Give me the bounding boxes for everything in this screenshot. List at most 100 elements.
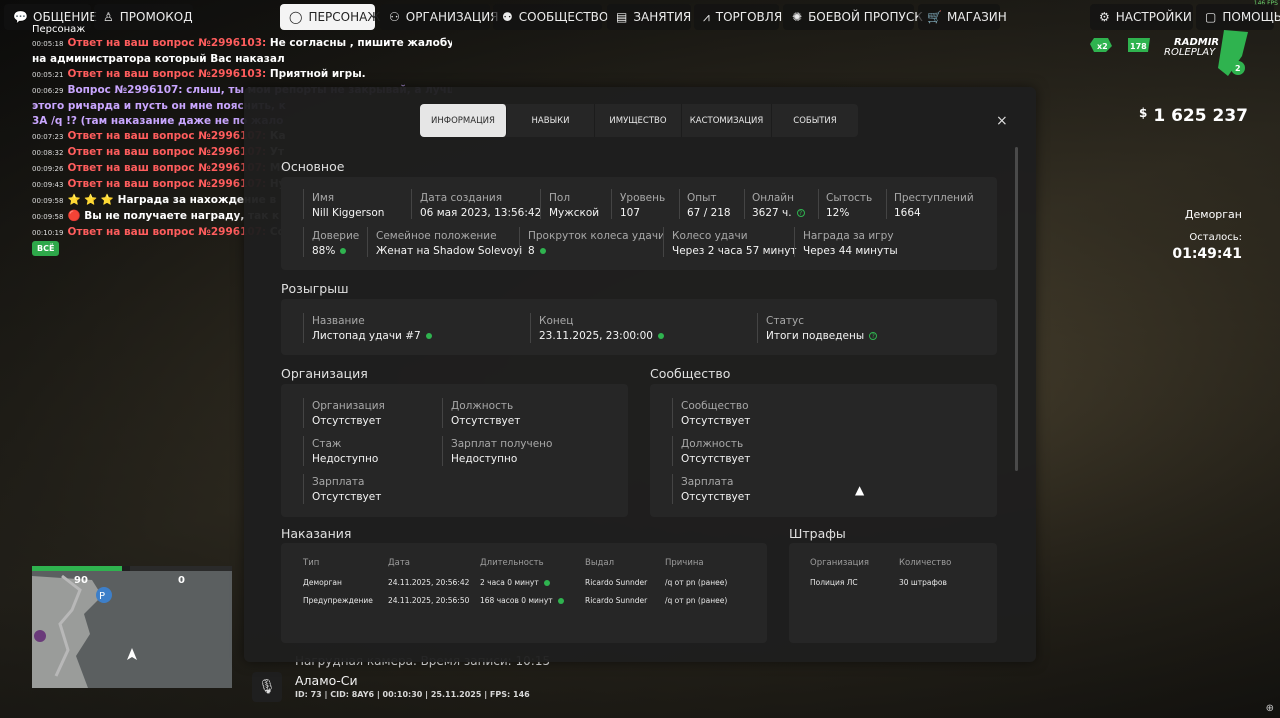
microphone-icon: 🎙 xyxy=(258,679,276,695)
character-tabs: ИНФОРМАЦИЯ НАВЫКИ ИМУЩЕСТВО КАСТОМИЗАЦИЯ… xyxy=(420,104,858,137)
nav-community-button[interactable]: ⚉ СООБЩЕСТВО xyxy=(493,4,608,30)
chart-icon: ⩘ xyxy=(703,9,710,24)
player-arrow-icon xyxy=(127,648,137,660)
money-amount: 1 625 237 xyxy=(1153,106,1248,126)
gear-icon: ⚙ xyxy=(1099,10,1110,24)
modal-scrollbar[interactable] xyxy=(1015,147,1018,471)
field-online: Онлайн 3627 ч.? xyxy=(752,192,805,222)
nav-label: ПОМОЩЬ xyxy=(1222,10,1280,24)
help-icon[interactable]: ? xyxy=(796,209,805,217)
minimap-health-value: 90 xyxy=(74,575,88,586)
microphone-button[interactable]: 🎙 xyxy=(252,672,282,702)
nav-label: БОЕВОЙ ПРОПУСК xyxy=(808,10,923,24)
character-modal: ИНФОРМАЦИЯ НАВЫКИ ИМУЩЕСТВО КАСТОМИЗАЦИЯ… xyxy=(244,87,1036,662)
field-community-salary: Зарплата Отсутствует xyxy=(681,476,751,503)
people-icon: ⚇ xyxy=(389,10,400,24)
parking-icon: P xyxy=(99,591,105,602)
nav-activities-button[interactable]: ▤ ЗАНЯТИЯ xyxy=(607,4,691,30)
nav-shop-button[interactable]: 🛒 МАГАЗИН xyxy=(918,4,1007,30)
field-org-salary: Зарплата Отсутствует xyxy=(312,476,382,503)
nav-label: ПРОМОКОД xyxy=(119,10,193,24)
status-dot-icon xyxy=(340,248,347,254)
field-satiety: Сытость 12% xyxy=(826,192,873,219)
mouse-cursor-icon: ▲ xyxy=(855,483,865,497)
lottery-section-title: Розыгрыш xyxy=(281,281,349,296)
chat-prefix: Ответ на ваш вопрос №2996107: xyxy=(67,130,267,142)
group-icon: ⚉ xyxy=(502,10,513,24)
field-crimes: Преступлений 1664 xyxy=(894,192,974,219)
gang-icon xyxy=(34,630,46,642)
field-marital: Семейное положение Женат на Shadow Solevo… xyxy=(376,230,523,257)
online-count-text: 178 xyxy=(1130,42,1147,51)
punishment-header-reason: Причина xyxy=(665,558,704,568)
nav-label: МАГАЗИН xyxy=(947,10,1007,24)
fines-section-title: Штрафы xyxy=(789,526,846,541)
nav-trade-button[interactable]: ⩘ ТОРГОВЛЯ xyxy=(694,4,782,30)
remaining-time: 01:49:41 xyxy=(1172,246,1242,262)
nav-help-button[interactable]: ▢ ПОМОЩЬ xyxy=(1196,4,1280,30)
nav-label: ОБЩЕНИЕ xyxy=(33,10,97,24)
money-display: $1 625 237 xyxy=(1139,106,1248,126)
chat-header: Персонаж xyxy=(32,24,86,35)
tab-skills[interactable]: НАВЫКИ xyxy=(507,104,595,137)
field-game-reward: Награда за игру Через 44 минуты xyxy=(803,230,898,257)
chat-timestamp: 00:05:21 xyxy=(32,71,64,79)
field-org: Организация Отсутствует xyxy=(312,400,385,427)
chat-prefix: ⭐ ⭐ ⭐ xyxy=(67,194,114,206)
status-dot-icon xyxy=(557,598,564,604)
chat-prefix: Ответ на ваш вопрос №2996103: xyxy=(67,68,267,80)
minimap: P 90 0 xyxy=(32,566,232,688)
field-org-position: Должность Отсутствует xyxy=(451,400,521,427)
cart-icon: 🛒 xyxy=(927,10,942,24)
logo-graphic: x2 178 2 RADMIR ROLEPLAY xyxy=(1090,30,1248,76)
nav-battlepass-button[interactable]: ✺ БОЕВОЙ ПРОПУСК xyxy=(783,4,923,30)
crosshair-icon: ⊕ xyxy=(1265,703,1274,714)
chat-line: 00:05:21 Ответ на ваш вопрос №2996103: Пр… xyxy=(32,67,452,83)
field-org-salaries: Зарплат получено Недоступно xyxy=(451,438,553,465)
status-dot-icon xyxy=(657,333,664,339)
remaining-label: Осталось: xyxy=(1189,232,1242,243)
close-icon[interactable]: × xyxy=(996,113,1008,129)
gift-person-icon: ♙ xyxy=(103,10,114,24)
community-section-title: Сообщество xyxy=(650,366,731,381)
nav-label: СООБЩЕСТВО xyxy=(518,10,609,24)
chat-timestamp: 00:09:58 xyxy=(32,213,64,221)
field-community-position: Должность Отсутствует xyxy=(681,438,751,465)
chat-prefix: Ответ на ваш вопрос №2996107: xyxy=(67,178,267,190)
punishment-header-type: Тип xyxy=(303,558,320,568)
user-icon: ◯ xyxy=(289,10,303,24)
status-dot-icon xyxy=(543,580,550,586)
help-chat-icon: ▢ xyxy=(1205,10,1217,24)
server-logo: x2 178 2 RADMIR ROLEPLAY xyxy=(1090,30,1250,76)
nav-label: ЗАНЯТИЯ xyxy=(633,10,692,24)
clipboard-icon: ▤ xyxy=(616,10,628,24)
field-lottery-end: Конец 23.11.2025, 23:00:00 xyxy=(539,315,664,345)
help-icon[interactable]: ? xyxy=(869,332,878,340)
chat-text: Не согласны , пишите жалобу на форум xyxy=(269,37,452,49)
jail-status-label: Деморган xyxy=(1184,208,1242,221)
tab-information[interactable]: ИНФОРМАЦИЯ xyxy=(420,104,507,137)
minimap-terrain: P xyxy=(32,574,137,688)
tab-customization[interactable]: КАСТОМИЗАЦИЯ xyxy=(682,104,772,137)
punishment-header-duration: Длительность xyxy=(480,558,544,568)
basic-section-title: Основное xyxy=(281,159,345,174)
organization-section-title: Организация xyxy=(281,366,368,381)
tab-property[interactable]: ИМУЩЕСТВО xyxy=(595,104,682,137)
chat-bubble-icon: 💬 xyxy=(13,10,28,24)
tab-events[interactable]: СОБЫТИЯ xyxy=(772,104,858,137)
nav-settings-button[interactable]: ⚙ НАСТРОЙКИ xyxy=(1090,4,1193,30)
field-lottery-name: Название Листопад удачи #7 xyxy=(312,315,432,345)
logo-line2-text: ROLEPLAY xyxy=(1164,47,1216,58)
chat-all-button[interactable]: ВСЁ xyxy=(32,241,60,256)
field-org-tenure: Стаж Недоступно xyxy=(312,438,379,465)
lottery-card: Название Листопад удачи #7 Конец 23.11.202… xyxy=(281,299,997,355)
fines-header-count: Количество xyxy=(899,558,952,568)
field-name: Имя Nill Kiggerson xyxy=(312,192,385,219)
chat-prefix: Ответ на ваш вопрос №2996107: xyxy=(67,146,267,158)
field-lottery-status: Статус Итоги подведены? xyxy=(766,315,878,345)
field-trust: Доверие 88% xyxy=(312,230,360,257)
chat-prefix: 🔴 xyxy=(67,210,81,222)
field-community: Сообщество Отсутствует xyxy=(681,400,751,427)
chat-timestamp: 00:09:58 xyxy=(32,197,64,205)
chat-prefix: Ответ на ваш вопрос №2996107: xyxy=(67,226,267,238)
